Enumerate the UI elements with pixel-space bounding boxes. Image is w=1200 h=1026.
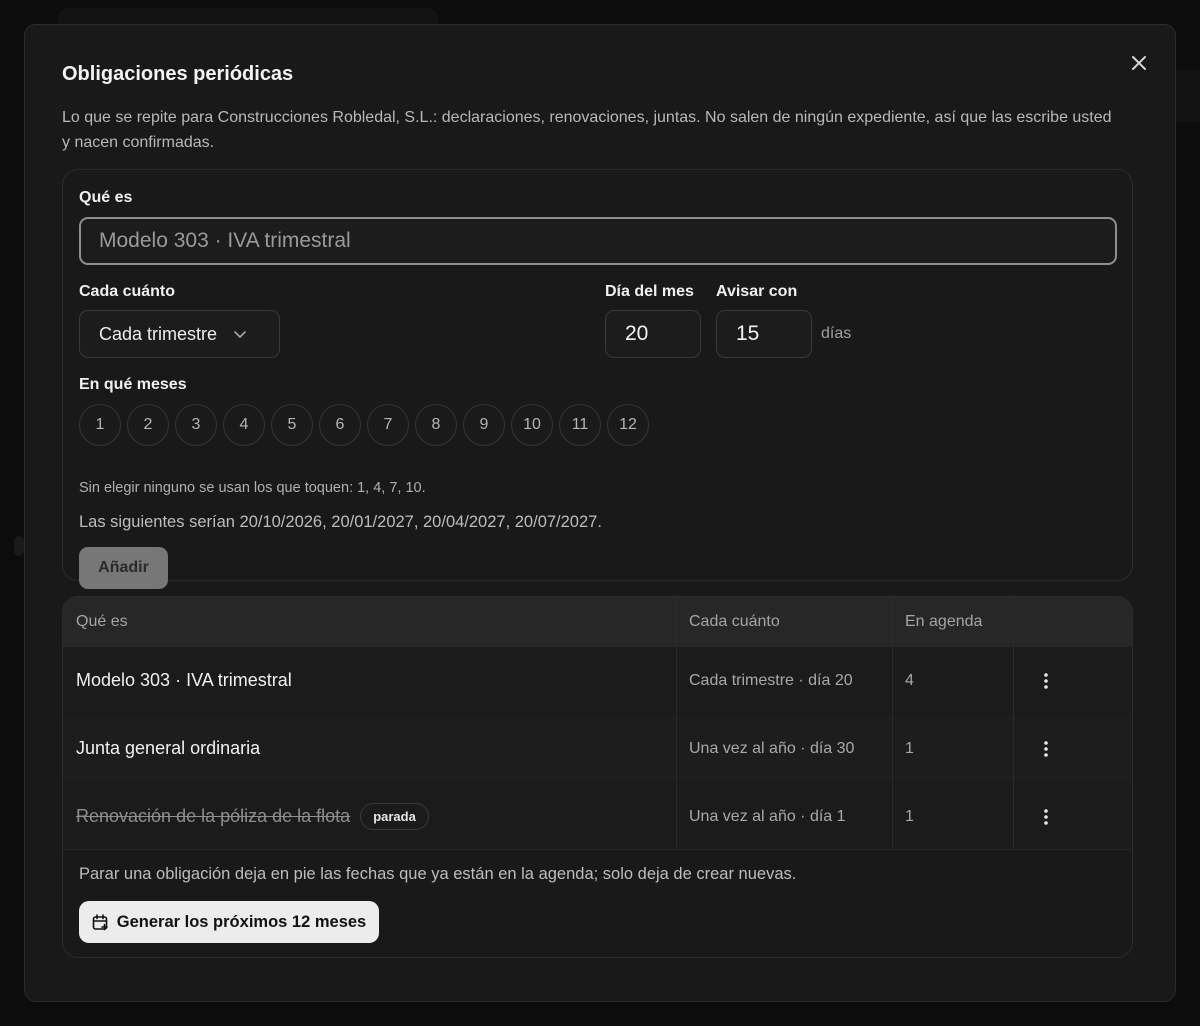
months-label: En qué meses	[79, 376, 187, 393]
column-header-what: Qué es	[76, 613, 128, 630]
row-frequency: Cada trimestre · día 20	[689, 671, 853, 689]
row-what: Renovación de la póliza de la flota	[76, 806, 351, 826]
column-divider	[892, 597, 893, 849]
months-hint: Sin elegir ninguno se usan los que toque…	[79, 480, 426, 496]
column-header-frequency: Cada cuánto	[689, 613, 780, 630]
table-divider	[63, 849, 1132, 850]
month-toggle[interactable]: 7	[367, 404, 409, 446]
month-toggle[interactable]: 3	[175, 404, 217, 446]
new-obligation-form: Qué es Cada cuánto Cada trimestre Día de…	[62, 169, 1133, 589]
what-label: Qué es	[79, 189, 133, 206]
notify-unit: días	[821, 325, 852, 342]
month-picker: 1 2 3 4 5 6 7 8 9 10 11 12	[79, 404, 649, 446]
column-divider	[1013, 597, 1014, 849]
column-divider	[676, 597, 677, 849]
month-toggle[interactable]: 8	[415, 404, 457, 446]
stop-explanation: Parar una obligación deja en pie las fec…	[79, 865, 797, 883]
dialog-description: Lo que se repite para Construcciones Rob…	[62, 109, 1112, 151]
close-button[interactable]	[1125, 49, 1153, 77]
month-toggle[interactable]: 4	[223, 404, 265, 446]
calendar-plus-icon	[92, 913, 108, 930]
month-toggle[interactable]: 1	[79, 404, 121, 446]
month-toggle[interactable]: 10	[511, 404, 553, 446]
more-vertical-icon	[1044, 740, 1048, 757]
more-vertical-icon	[1044, 672, 1048, 689]
day-input[interactable]: 20	[605, 310, 701, 358]
row-menu-button[interactable]	[1038, 715, 1054, 782]
table-row: Junta general ordinaria Una vez al año ·…	[63, 715, 1132, 782]
column-header-agenda: En agenda	[905, 613, 983, 630]
month-toggle[interactable]: 9	[463, 404, 505, 446]
month-toggle[interactable]: 12	[607, 404, 649, 446]
chevron-down-icon	[234, 331, 246, 338]
table-row: Modelo 303 · IVA trimestral Cada trimest…	[63, 647, 1132, 714]
obligations-table: Qué es Cada cuánto En agenda Modelo 303 …	[62, 596, 1133, 958]
row-agenda-count: 1	[905, 739, 914, 757]
month-toggle[interactable]: 5	[271, 404, 313, 446]
frequency-value: Cada trimestre	[99, 323, 218, 344]
frequency-select[interactable]: Cada trimestre	[79, 310, 280, 358]
status-badge: parada	[360, 803, 429, 830]
month-toggle[interactable]: 2	[127, 404, 169, 446]
day-label: Día del mes	[605, 283, 694, 300]
row-what: Modelo 303 · IVA trimestral	[76, 670, 292, 690]
table-header: Qué es Cada cuánto En agenda	[63, 597, 1132, 647]
row-what: Junta general ordinaria	[76, 738, 261, 758]
generate-button[interactable]: Generar los próximos 12 meses	[79, 901, 379, 943]
next-dates-preview: Las siguientes serían 20/10/2026, 20/01/…	[79, 513, 602, 531]
dialog-title: Obligaciones periódicas	[62, 63, 294, 85]
generate-button-label: Generar los próximos 12 meses	[116, 912, 367, 931]
row-agenda-count: 1	[905, 807, 914, 825]
month-toggle[interactable]: 11	[559, 404, 601, 446]
close-icon	[1132, 56, 1146, 70]
row-what-cell: Renovación de la póliza de la flota para…	[76, 783, 429, 850]
frequency-label: Cada cuánto	[79, 283, 176, 300]
notify-input[interactable]: 15	[716, 310, 812, 358]
row-agenda-count: 4	[905, 671, 914, 689]
row-frequency: Una vez al año · día 30	[689, 739, 855, 757]
table-row: Renovación de la póliza de la flota para…	[63, 783, 1132, 850]
row-menu-button[interactable]	[1038, 647, 1054, 714]
row-frequency: Una vez al año · día 1	[689, 807, 846, 825]
add-button[interactable]: Añadir	[79, 547, 168, 589]
what-input[interactable]	[79, 217, 1117, 265]
more-vertical-icon	[1044, 808, 1048, 825]
backdrop-panel	[14, 536, 24, 556]
periodic-obligations-dialog: Obligaciones periódicas Lo que se repite…	[24, 24, 1176, 1002]
month-toggle[interactable]: 6	[319, 404, 361, 446]
notify-label: Avisar con	[716, 283, 798, 300]
row-menu-button[interactable]	[1038, 783, 1054, 850]
